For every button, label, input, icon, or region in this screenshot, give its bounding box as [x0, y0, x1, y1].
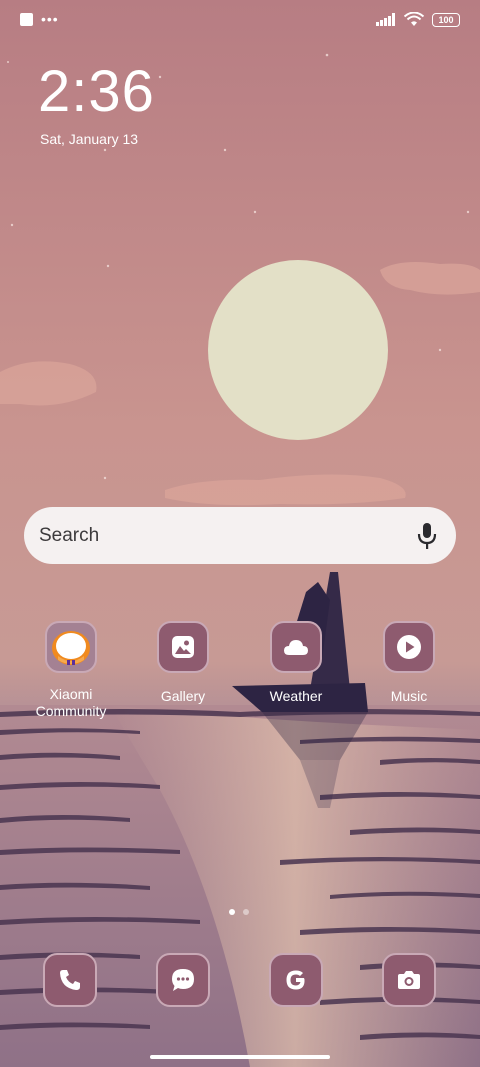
notification-icon: [20, 13, 33, 26]
phone-icon: [43, 953, 97, 1007]
search-placeholder: Search: [39, 525, 100, 546]
app-music[interactable]: Music: [359, 621, 459, 705]
dock-google[interactable]: [246, 953, 346, 1007]
gallery-icon: [157, 621, 209, 673]
app-gallery[interactable]: Gallery: [133, 621, 233, 705]
home-screen: ••• 100 2:36 Sat, January 13 Search Xiao…: [0, 0, 480, 1067]
music-icon: [383, 621, 435, 673]
app-label: Weather: [269, 688, 323, 704]
app-weather[interactable]: Weather: [246, 621, 346, 705]
moon: [208, 260, 388, 440]
wifi-icon: [404, 12, 424, 26]
search-bar[interactable]: Search: [24, 507, 456, 564]
page-dot-active: [229, 909, 235, 915]
dock-camera[interactable]: [359, 953, 459, 1007]
weather-icon: [270, 621, 322, 673]
app-label: Xiaomi Community: [35, 686, 107, 719]
dock-phone[interactable]: [20, 953, 120, 1007]
app-xiaomi-community[interactable]: Xiaomi Community: [21, 621, 121, 720]
dock-messages[interactable]: [133, 953, 233, 1007]
signal-icon: [376, 13, 395, 26]
google-icon: [269, 953, 323, 1007]
clock-time[interactable]: 2:36: [38, 58, 155, 125]
microphone-icon[interactable]: [416, 522, 438, 550]
page-dot: [243, 909, 249, 915]
camera-icon: [382, 953, 436, 1007]
status-bar: ••• 100: [0, 0, 480, 42]
battery-icon: 100: [432, 12, 460, 27]
xiaomi-community-icon: [45, 621, 97, 673]
app-label: Music: [390, 688, 428, 704]
app-label: Gallery: [160, 688, 206, 704]
messages-icon: [156, 953, 210, 1007]
home-indicator[interactable]: [150, 1055, 330, 1059]
page-indicator[interactable]: [229, 909, 249, 915]
more-notifications-icon: •••: [41, 11, 59, 27]
clock-date[interactable]: Sat, January 13: [40, 131, 138, 147]
